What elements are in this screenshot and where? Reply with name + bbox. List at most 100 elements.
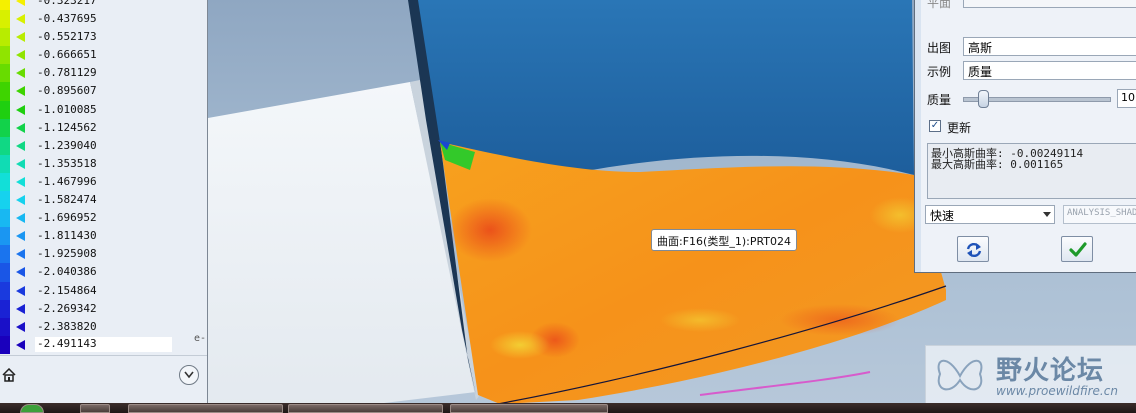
quality-slider-thumb[interactable] xyxy=(977,90,989,108)
legend-value: -1.811430 xyxy=(37,229,97,243)
legend-row: -2.154864 xyxy=(0,281,208,300)
legend-color-swatch xyxy=(0,317,10,336)
result-box: 最小高斯曲率: -0.00249114 最大高斯曲率: 0.001165 xyxy=(927,143,1136,199)
legend-color-swatch xyxy=(0,172,10,192)
legend-list: -0.323217 -0.437695 -0.552173 -0.666651 -0.7… xyxy=(0,0,208,354)
legend-value: -0.666651 xyxy=(37,48,97,62)
legend-marker-icon[interactable] xyxy=(16,50,25,61)
taskbar-item[interactable] xyxy=(288,404,443,413)
quality-value-field[interactable]: 10. xyxy=(1117,89,1136,108)
analysis-dialog-body: 平面 出图 高斯 示例 质量 质量 10. ✓ 更新 最小高斯曲率: -0.00… xyxy=(921,0,1136,272)
legend-color-swatch xyxy=(0,0,10,11)
analysis-name-field[interactable]: ANALYSIS_SHADE xyxy=(1063,205,1136,224)
legend-color-swatch xyxy=(0,136,10,155)
legend-row: -0.781129 xyxy=(0,64,208,83)
legend-marker-icon[interactable] xyxy=(16,231,25,242)
legend-row: -0.437695 xyxy=(0,10,208,29)
analysis-dialog: 平面 出图 高斯 示例 质量 质量 10. ✓ 更新 最小高斯曲率: -0.00… xyxy=(914,0,1136,273)
update-checkbox[interactable]: ✓ xyxy=(929,120,941,132)
legend-marker-icon[interactable] xyxy=(16,68,25,79)
expand-button[interactable] xyxy=(179,365,199,385)
legend-row: -1.582474 xyxy=(0,191,208,210)
legend-value: -2.154864 xyxy=(37,283,97,297)
output-field[interactable]: 高斯 xyxy=(963,37,1136,56)
legend-color-swatch xyxy=(0,82,10,101)
legend-color-swatch xyxy=(0,64,10,83)
legend-value: -1.010085 xyxy=(37,102,97,116)
legend-marker-icon[interactable] xyxy=(16,104,25,115)
ok-button[interactable] xyxy=(1061,236,1093,262)
repaint-button[interactable] xyxy=(957,236,989,262)
legend-value: -2.269342 xyxy=(37,301,97,315)
legend-marker-icon[interactable] xyxy=(16,303,25,314)
start-button[interactable] xyxy=(20,404,44,413)
legend-marker-icon[interactable] xyxy=(16,213,25,224)
legend-row: -1.925908 xyxy=(0,245,208,264)
legend-value: -1.696952 xyxy=(37,211,97,225)
legend-color-swatch xyxy=(0,118,10,137)
legend-marker-icon[interactable] xyxy=(16,14,25,25)
butterfly-logo-icon xyxy=(937,359,983,391)
legend-row: -1.353518 xyxy=(0,154,208,173)
taskbar-item[interactable] xyxy=(128,404,283,413)
legend-color-swatch xyxy=(0,100,10,119)
legend-marker-icon[interactable] xyxy=(16,140,25,151)
legend-value: -1.353518 xyxy=(37,156,97,170)
legend-value: -2.383820 xyxy=(37,319,97,333)
legend-marker-icon[interactable] xyxy=(16,285,25,296)
taskbar xyxy=(0,403,1136,413)
legend-value: -0.781129 xyxy=(37,66,97,80)
quality-label: 质量 xyxy=(927,93,952,107)
output-label: 出图 xyxy=(927,41,952,55)
plane-field[interactable] xyxy=(963,0,1136,8)
watermark-url: www.proewildfire.cn xyxy=(996,384,1118,398)
legend-row: -0.323217 xyxy=(0,0,208,11)
legend-marker-icon[interactable] xyxy=(16,249,25,260)
legend-marker-icon[interactable] xyxy=(16,176,25,187)
legend-marker-icon[interactable] xyxy=(16,122,25,133)
taskbar-item[interactable] xyxy=(80,404,110,413)
color-legend-panel: -0.323217 -0.437695 -0.552173 -0.666651 -0.7… xyxy=(0,0,208,404)
legend-color-swatch xyxy=(0,281,10,300)
legend-row: -1.239040 xyxy=(0,136,208,155)
legend-value: -1.239040 xyxy=(37,138,97,152)
legend-marker-icon[interactable] xyxy=(16,32,25,43)
legend-color-swatch xyxy=(0,209,10,228)
taskbar-item[interactable] xyxy=(450,404,608,413)
legend-row: -1.124562 xyxy=(0,118,208,137)
legend-row: -2.383820 xyxy=(0,317,208,336)
display-field[interactable]: 质量 xyxy=(963,61,1136,80)
legend-marker-icon[interactable] xyxy=(16,339,25,350)
legend-value: -2.040386 xyxy=(37,265,97,279)
refresh-icon xyxy=(966,242,982,258)
legend-marker-icon[interactable] xyxy=(16,158,25,169)
legend-row: -0.552173 xyxy=(0,28,208,47)
checkmark-icon xyxy=(1069,242,1087,257)
legend-marker-icon[interactable] xyxy=(16,267,25,278)
surface-tooltip: 曲面:F16(类型_1):PRT024 xyxy=(651,229,798,251)
legend-color-swatch xyxy=(0,335,10,354)
update-label: 更新 xyxy=(947,121,972,135)
legend-footer xyxy=(0,355,207,404)
legend-marker-icon[interactable] xyxy=(16,321,25,332)
legend-color-swatch xyxy=(0,191,10,210)
legend-marker-icon[interactable] xyxy=(16,195,25,206)
watermark-title: 野火论坛 xyxy=(996,356,1105,386)
legend-row: -1.467996 xyxy=(0,172,208,192)
speed-select[interactable]: 快速 xyxy=(925,205,1055,224)
legend-value: -0.323217 xyxy=(37,0,97,7)
legend-marker-icon[interactable] xyxy=(16,0,25,6)
legend-row: -1.696952 xyxy=(0,209,208,228)
legend-marker-icon[interactable] xyxy=(16,86,25,97)
legend-value: -1.582474 xyxy=(37,193,97,207)
legend-color-swatch xyxy=(0,263,10,282)
max-curvature-text: 最大高斯曲率: 0.001165 xyxy=(931,158,1064,171)
home-icon[interactable] xyxy=(2,368,16,382)
legend-row: -2.269342 xyxy=(0,299,208,318)
legend-color-swatch xyxy=(0,227,10,246)
legend-value[interactable]: -2.491143 xyxy=(35,336,172,352)
legend-row: -2.491143 xyxy=(0,335,208,354)
legend-value: -1.467996 xyxy=(37,174,97,188)
legend-color-swatch xyxy=(0,154,10,173)
legend-row: -1.010085 xyxy=(0,100,208,119)
